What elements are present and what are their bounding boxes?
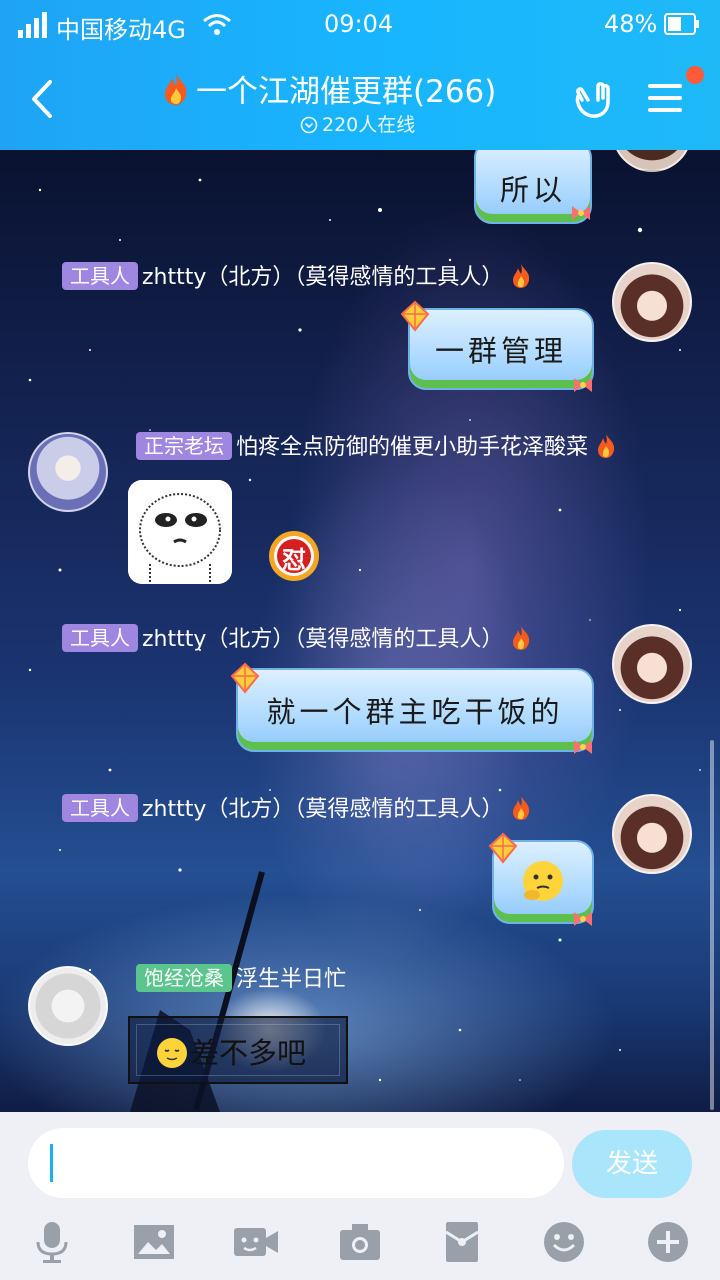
message-text: 差不多吧: [190, 1036, 307, 1070]
panda-meme-sticker: [128, 480, 232, 584]
chat-bubble[interactable]: 差不多吧: [128, 1016, 348, 1084]
sender-name: zhttty（北方）（莫得感情的工具人）: [142, 265, 504, 290]
kite-decoration: [400, 300, 430, 332]
group-title-text: 一个江湖催更群(266): [196, 74, 497, 110]
send-button[interactable]: 发送: [572, 1130, 692, 1198]
badge-text: 怼: [282, 546, 306, 574]
fire-icon: [513, 626, 530, 650]
member-title-tag: 工具人: [62, 262, 138, 290]
member-title-tag: 工具人: [62, 624, 138, 652]
ribbon-decoration: [572, 206, 590, 220]
online-count: 220人在线: [300, 110, 415, 137]
ribbon-decoration: [574, 740, 592, 754]
status-bar: 中国移动4G 09:04 48%: [0, 0, 720, 50]
top-bar: 中国移动4G 09:04 48% 一个江湖催更群(266) 220人在线: [0, 0, 720, 150]
plus-icon[interactable]: [646, 1220, 690, 1264]
avatar[interactable]: [612, 624, 692, 704]
battery-percent: 48%: [604, 10, 658, 38]
message-text: 所以: [499, 173, 566, 207]
kite-decoration: [230, 662, 260, 694]
sender-line: 饱经沧桑 浮生半日忙: [136, 964, 346, 994]
menu-icon[interactable]: [646, 82, 684, 114]
sender-line: 工具人 zhttty（北方）（莫得感情的工具人）: [62, 794, 533, 824]
avatar[interactable]: [28, 432, 108, 512]
red-packet-icon[interactable]: [440, 1220, 484, 1264]
sender-name: 浮生半日忙: [236, 967, 347, 992]
sender-name: zhttty（北方）（莫得感情的工具人）: [142, 627, 504, 652]
chat-area[interactable]: 所以 工具人 zhttty（北方）（莫得感情的工具人） 一群管理 正宗老坛 怕疼全点…: [0, 150, 720, 1112]
sender-name: 怕疼全点防御的催更小助手花泽酸菜: [236, 435, 589, 460]
wifi-icon: [203, 14, 231, 35]
scrollbar[interactable]: [710, 740, 714, 1110]
text-caret: [50, 1144, 53, 1182]
clock: 09:04: [324, 10, 394, 38]
rage-badge: 怼: [268, 530, 320, 582]
member-title-tag: 正宗老坛: [136, 432, 232, 460]
kite-decoration: [488, 832, 518, 864]
chat-bubble[interactable]: 一群管理: [408, 308, 594, 390]
image-icon[interactable]: [132, 1220, 176, 1264]
signal-icon: [18, 12, 47, 38]
message-text: 就一个群主吃干饭的: [266, 695, 564, 729]
chat-bubble[interactable]: 就一个群主吃干饭的: [236, 668, 594, 752]
avatar[interactable]: [612, 794, 692, 874]
back-icon[interactable]: [28, 78, 56, 120]
ribbon-decoration: [574, 912, 592, 926]
fire-icon: [513, 264, 530, 288]
message-text: 一群管理: [434, 334, 567, 368]
emoji-icon[interactable]: [542, 1220, 586, 1264]
chevron-circle-icon: [300, 116, 318, 134]
relieved-emoji-icon: [157, 1038, 187, 1068]
ribbon-decoration: [574, 378, 592, 392]
avatar[interactable]: [28, 966, 108, 1046]
camera-icon[interactable]: [338, 1220, 382, 1264]
input-toolbar: [0, 1216, 720, 1272]
member-title-tag: 饱经沧桑: [136, 964, 232, 992]
online-count-text: 220人在线: [322, 114, 416, 136]
hand-gesture-icon[interactable]: [572, 80, 614, 120]
carrier-label: 中国移动4G: [56, 16, 186, 44]
battery-icon: [664, 13, 699, 35]
mic-icon[interactable]: [30, 1220, 74, 1264]
sender-line: 正宗老坛 怕疼全点防御的催更小助手花泽酸菜: [136, 432, 618, 462]
avatar[interactable]: [612, 262, 692, 342]
sender-line: 工具人 zhttty（北方）（莫得感情的工具人）: [62, 624, 533, 654]
notification-dot: [686, 66, 704, 84]
sender-line: 工具人 zhttty（北方）（莫得感情的工具人）: [62, 262, 533, 292]
fire-icon: [598, 434, 615, 458]
thinking-emoji-icon: [523, 861, 563, 901]
group-title[interactable]: 一个江湖催更群(266): [160, 66, 540, 111]
fire-icon: [165, 74, 187, 105]
input-bar: 发送: [0, 1112, 720, 1280]
video-call-icon[interactable]: [234, 1220, 278, 1264]
member-title-tag: 工具人: [62, 794, 138, 822]
sticker-image[interactable]: [128, 480, 232, 584]
fire-icon: [513, 796, 530, 820]
message-content: 差不多吧: [156, 1030, 306, 1072]
message-input[interactable]: [28, 1128, 564, 1198]
sender-name: zhttty（北方）（莫得感情的工具人）: [142, 797, 504, 822]
